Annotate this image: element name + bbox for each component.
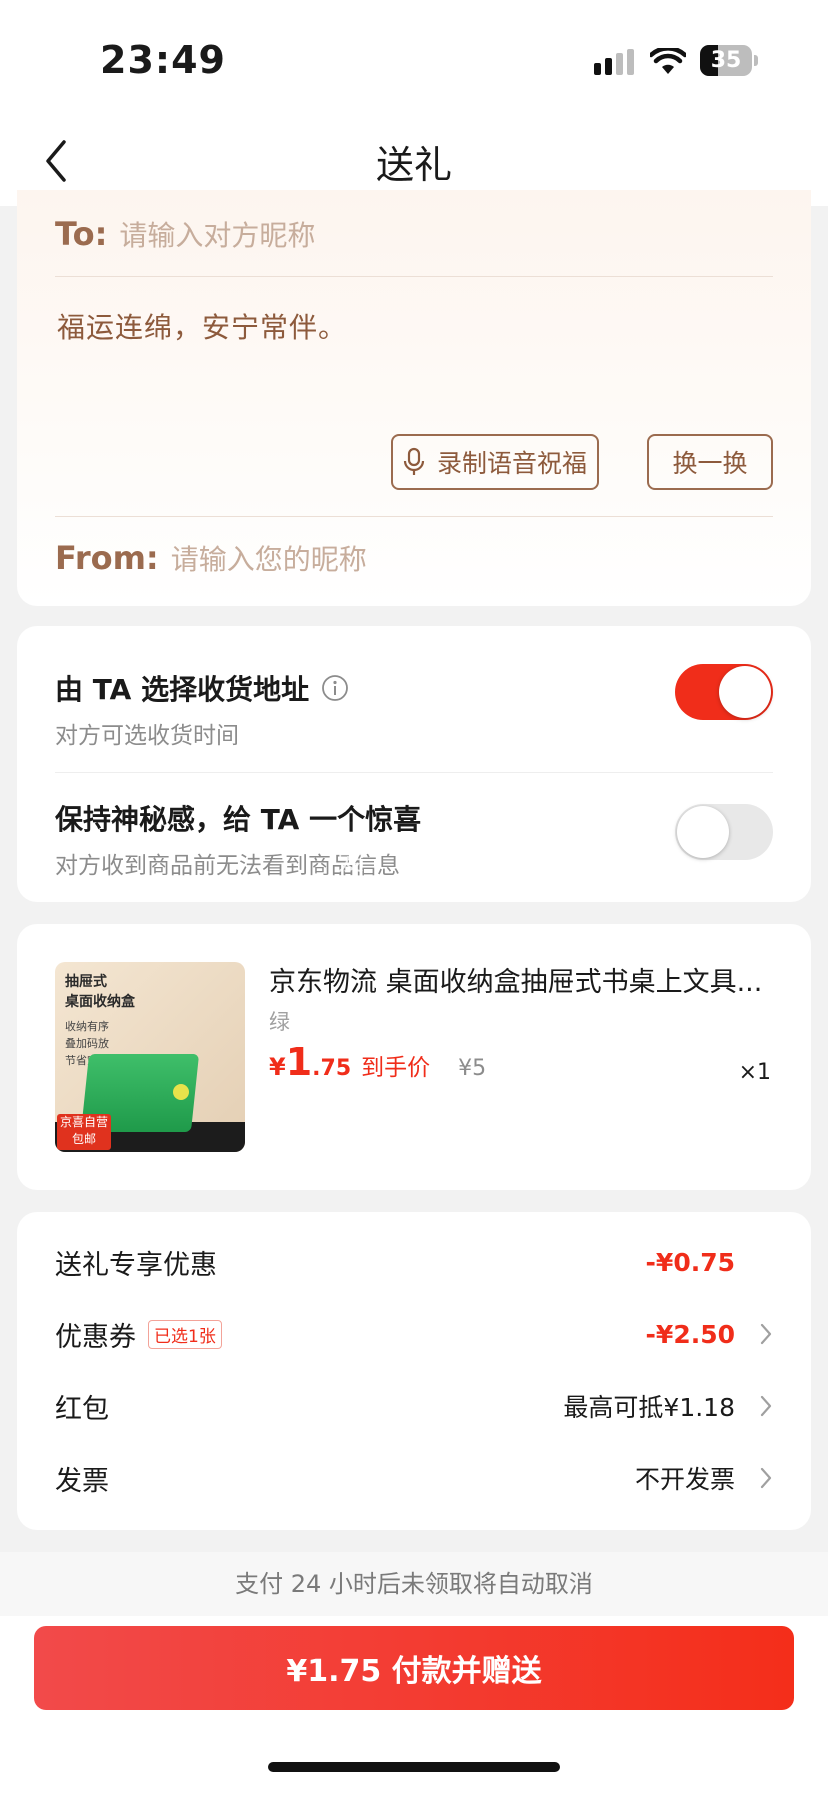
from-placeholder[interactable]: 请输入您的昵称 (171, 543, 367, 576)
image-feature: 收纳有序 (65, 1020, 109, 1033)
surprise-toggle[interactable] (675, 804, 773, 860)
summary-value: -¥0.75 (645, 1247, 735, 1277)
summary-row-red-packet[interactable]: 红包 最高可抵¥1.18 (55, 1386, 773, 1426)
recipient-address-toggle[interactable] (675, 664, 773, 720)
product-image[interactable]: 抽屉式 桌面收纳盒 收纳有序 叠加码放 节省空间 京喜自营 包邮 (55, 962, 245, 1152)
summary-label: 红包 (55, 1393, 109, 1425)
divider (55, 516, 773, 517)
wifi-icon (650, 48, 686, 74)
switch-blessing-button[interactable]: 换一换 (647, 434, 773, 490)
chevron-right-icon (760, 1395, 772, 1417)
product-variant: 绿 (269, 1010, 290, 1034)
image-text: 桌面收纳盒 (65, 994, 135, 1010)
gift-options-card: 由 TA 选择收货地址 对方可选收货时间 保持神秘感，给 TA 一个惊喜 对方收… (17, 626, 811, 902)
product-price: ¥ 1 .75 到手价 ¥5 (269, 1040, 486, 1084)
status-bar: 23:49 35 (0, 0, 828, 120)
watermark: 爱 (337, 844, 366, 877)
blessing-text[interactable]: 福运连绵，安宁常伴。 (57, 306, 347, 346)
to-label: To: (55, 215, 108, 253)
page-title: 送礼 (375, 143, 452, 187)
option-title-text: 由 TA 选择收货地址 (55, 673, 310, 706)
option-subtitle: 对方可选收货时间 (55, 723, 239, 749)
price-integer: 1 (285, 1040, 313, 1084)
from-label: From: (55, 539, 159, 577)
to-field[interactable]: To: 请输入对方昵称 (55, 214, 315, 254)
original-price: ¥5 (458, 1056, 487, 1081)
summary-value: -¥2.50 (645, 1319, 735, 1349)
price-decimal: .75 (312, 1056, 352, 1081)
price-summary-card: 送礼专享优惠 -¥0.75 优惠券 已选1张 -¥2.50 红包 最高可抵¥1.… (17, 1212, 811, 1530)
record-voice-button[interactable]: 录制语音祝福 (391, 434, 599, 490)
footer: 支付 24 小时后未领取将自动取消 ¥1.75 付款并赠送 (0, 1552, 828, 1796)
summary-row-gift-discount: 送礼专享优惠 -¥0.75 (55, 1242, 773, 1282)
cellular-signal-icon (594, 49, 634, 75)
chevron-right-icon (760, 1467, 772, 1489)
summary-value: 不开发票 (634, 1465, 735, 1494)
greeting-card: To: 请输入对方昵称 福运连绵，安宁常伴。 录制语音祝福 换一换 From: 请输… (17, 190, 811, 606)
summary-value: 最高可抵¥1.18 (563, 1393, 735, 1422)
from-field[interactable]: From: 请输入您的昵称 (55, 538, 367, 578)
option-title-surprise: 保持神秘感，给 TA 一个惊喜 (55, 803, 422, 836)
status-time: 23:49 (100, 38, 226, 82)
summary-label: 优惠券 (55, 1321, 136, 1353)
record-voice-label: 录制语音祝福 (436, 449, 587, 478)
chevron-right-icon (760, 1323, 772, 1345)
product-card[interactable]: 抽屉式 桌面收纳盒 收纳有序 叠加码放 节省空间 京喜自营 包邮 京东物流 桌面收纳盒抽… (17, 924, 811, 1190)
battery-indicator: 35 (700, 45, 758, 76)
price-tag: 到手价 (361, 1055, 431, 1081)
auto-cancel-notice: 支付 24 小时后未领取将自动取消 (0, 1552, 828, 1616)
price-currency: ¥ (269, 1053, 286, 1081)
summary-row-coupon[interactable]: 优惠券 已选1张 -¥2.50 (55, 1314, 773, 1354)
summary-label: 发票 (55, 1465, 109, 1497)
product-title[interactable]: 京东物流 桌面收纳盒抽屉式书桌上文具... (269, 960, 784, 999)
divider (55, 276, 773, 277)
free-shipping-tag: 京喜自营 包邮 (57, 1114, 111, 1150)
divider (55, 772, 773, 773)
battery-level: 35 (710, 48, 742, 73)
image-feature: 叠加码放 (65, 1037, 109, 1050)
coupon-badge: 已选1张 (148, 1319, 222, 1349)
product-quantity: ×1 (738, 1060, 771, 1085)
microphone-icon (403, 447, 425, 475)
summary-label: 送礼专享优惠 (55, 1249, 217, 1281)
to-placeholder[interactable]: 请输入对方昵称 (119, 219, 315, 252)
option-title-recipient-address: 由 TA 选择收货地址 (55, 668, 349, 708)
image-text: 抽屉式 (65, 974, 107, 990)
pay-and-gift-button[interactable]: ¥1.75 付款并赠送 (34, 1626, 794, 1710)
info-icon[interactable] (321, 674, 349, 702)
home-indicator (268, 1762, 560, 1772)
summary-row-invoice[interactable]: 发票 不开发票 (55, 1458, 773, 1498)
